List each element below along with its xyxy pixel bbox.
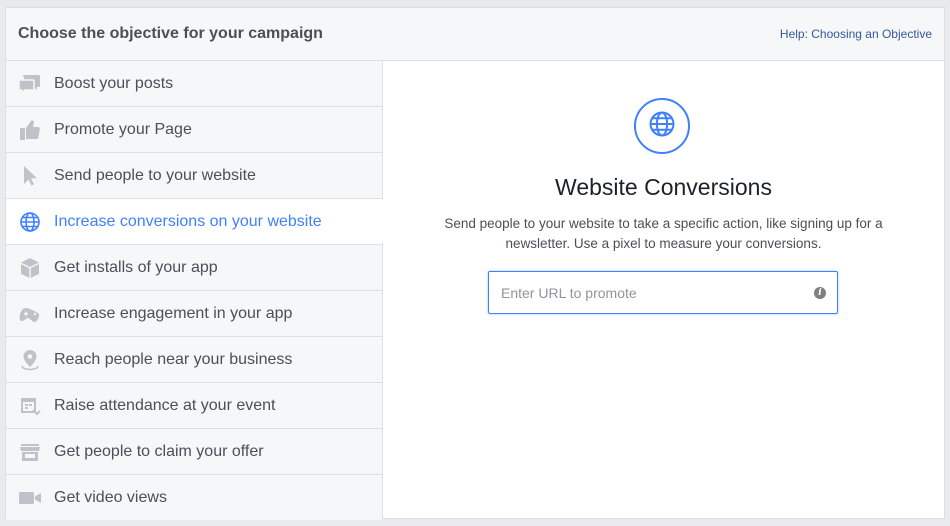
objective-label: Increase engagement in your app xyxy=(54,304,293,322)
objective-item-offer-claims[interactable]: Get people to claim your offer xyxy=(6,429,382,475)
speech-bubbles-icon xyxy=(18,72,42,96)
thumbs-up-icon xyxy=(18,118,42,142)
objective-item-send-to-website[interactable]: Send people to your website xyxy=(6,153,382,199)
storefront-icon xyxy=(18,440,42,464)
objective-item-promote-page[interactable]: Promote your Page xyxy=(6,107,382,153)
objective-globe-badge xyxy=(634,98,690,154)
video-camera-icon xyxy=(18,486,42,510)
panel-header: Choose the objective for your campaign H… xyxy=(6,8,944,61)
objective-item-website-conversions[interactable]: Increase conversions on your website xyxy=(6,198,405,245)
cursor-icon xyxy=(18,164,42,188)
objective-label: Boost your posts xyxy=(54,74,174,92)
objective-item-local-awareness[interactable]: Reach people near your business xyxy=(6,337,382,383)
objective-item-app-installs[interactable]: Get installs of your app xyxy=(6,245,382,291)
objective-list: Boost your posts Promote your Page Send … xyxy=(6,61,405,520)
objective-item-event-responses[interactable]: Raise attendance at your event xyxy=(6,383,382,429)
calendar-icon xyxy=(18,394,42,418)
campaign-objective-panel: Choose the objective for your campaign H… xyxy=(5,7,945,520)
url-input[interactable] xyxy=(489,272,814,313)
panel-body: Boost your posts Promote your Page Send … xyxy=(6,61,944,520)
box-icon xyxy=(18,256,42,280)
help-link[interactable]: Help: Choosing an Objective xyxy=(780,27,932,41)
gamepad-icon xyxy=(18,302,42,326)
globe-icon xyxy=(648,110,676,143)
objective-label: Reach people near your business xyxy=(54,350,293,368)
objective-label: Get video views xyxy=(54,488,167,506)
objective-label: Increase conversions on your website xyxy=(54,212,322,230)
page-title: Choose the objective for your campaign xyxy=(18,25,323,42)
objective-title: Website Conversions xyxy=(555,174,772,200)
objective-label: Promote your Page xyxy=(54,120,192,138)
objective-item-app-engagement[interactable]: Increase engagement in your app xyxy=(6,291,382,337)
objective-label: Get people to claim your offer xyxy=(54,442,264,460)
globe-icon xyxy=(18,210,42,234)
objective-label: Send people to your website xyxy=(54,166,256,184)
url-input-wrapper: i xyxy=(488,271,838,314)
objective-label: Raise attendance at your event xyxy=(54,396,276,414)
objective-item-video-views[interactable]: Get video views xyxy=(6,475,382,520)
info-icon[interactable]: i xyxy=(814,286,826,299)
objective-item-boost-posts[interactable]: Boost your posts xyxy=(6,61,382,107)
objective-description: Send people to your website to take a sp… xyxy=(444,216,883,251)
objective-label: Get installs of your app xyxy=(54,258,218,276)
objective-detail: Website Conversions Send people to your … xyxy=(383,61,944,518)
map-pin-icon xyxy=(18,348,42,372)
